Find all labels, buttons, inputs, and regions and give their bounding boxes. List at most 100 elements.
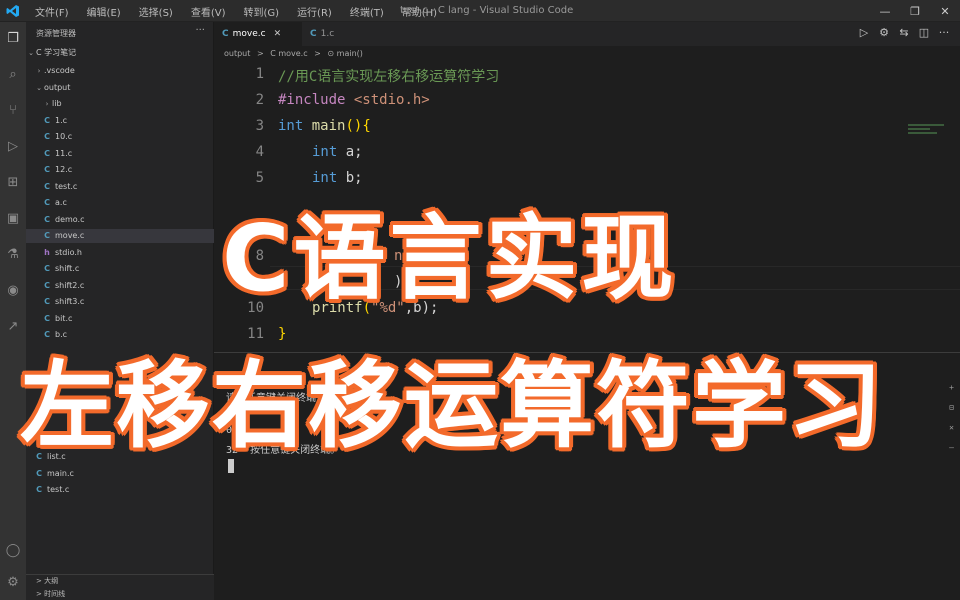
menu-selection[interactable]: 选择(S) bbox=[130, 0, 182, 22]
menu-run[interactable]: 运行(R) bbox=[288, 0, 341, 22]
tree-item[interactable]: ⌄ output bbox=[26, 81, 214, 95]
menu-bar: 文件(F) 编辑(E) 选择(S) 查看(V) 转到(G) 运行(R) 终端(T… bbox=[26, 0, 446, 22]
tree-item[interactable]: › lib bbox=[26, 97, 214, 111]
tree-item[interactable]: Cdemo.c bbox=[26, 213, 214, 227]
tree-item[interactable]: Cshift3.c bbox=[26, 295, 214, 309]
tree-item-label: shift3.c bbox=[55, 297, 85, 306]
tree-item-label: lib bbox=[52, 99, 62, 108]
more-actions-icon[interactable]: ··· bbox=[195, 25, 205, 36]
c-file-icon: C bbox=[36, 468, 42, 478]
breadcrumb-separator: > bbox=[314, 49, 321, 58]
c-file-icon: C bbox=[44, 297, 50, 306]
window-controls: — ❐ ✕ bbox=[870, 0, 960, 22]
tree-item-label: 12.c bbox=[55, 165, 73, 174]
breadcrumb-symbol[interactable]: ⊙ main() bbox=[327, 49, 362, 58]
menu-terminal[interactable]: 终端(T) bbox=[341, 0, 393, 22]
menu-go[interactable]: 转到(G) bbox=[235, 0, 289, 22]
extensions-icon[interactable]: ⊞ bbox=[3, 172, 23, 192]
c-file-icon: C bbox=[44, 264, 50, 273]
tree-item-label: output bbox=[44, 82, 71, 92]
new-terminal-icon[interactable]: + bbox=[949, 383, 954, 392]
tree-item[interactable]: Cmove.c bbox=[26, 229, 214, 243]
menu-file[interactable]: 文件(F) bbox=[26, 0, 78, 22]
chevron-down-icon: ⌄ bbox=[36, 83, 42, 92]
tree-item-label: main.c bbox=[47, 468, 74, 478]
tree-item[interactable]: C 1.c bbox=[26, 114, 214, 128]
window-title: test.c - C lang - Visual Studio Code bbox=[400, 5, 574, 16]
sidebar-title: 资源管理器 bbox=[36, 29, 76, 38]
tree-item[interactable]: C 11.c bbox=[26, 147, 214, 161]
chevron-right-icon: › bbox=[37, 67, 41, 75]
tree-item[interactable]: › .vscode bbox=[26, 64, 214, 78]
tree-root[interactable]: ⌄ C 学习笔记 bbox=[26, 46, 214, 60]
close-window-button[interactable]: ✕ bbox=[930, 0, 960, 22]
minimize-panel-icon[interactable]: — bbox=[949, 443, 954, 452]
minimize-button[interactable]: — bbox=[870, 0, 900, 22]
tree-item[interactable]: Cbit.c bbox=[26, 312, 214, 326]
more-icon[interactable]: ··· bbox=[934, 26, 954, 39]
compare-icon[interactable]: ⇆ bbox=[894, 26, 914, 39]
tree-item-label: stdio.h bbox=[55, 247, 82, 257]
account-icon[interactable]: ◯ bbox=[3, 540, 23, 560]
remote-explorer-icon[interactable]: ▣ bbox=[3, 208, 23, 228]
testing-icon[interactable]: ⚗ bbox=[3, 244, 23, 264]
restore-button[interactable]: ❐ bbox=[900, 0, 930, 22]
video-title-line-1: C语言实现 bbox=[222, 205, 678, 312]
c-file-icon: C bbox=[44, 313, 50, 323]
tree-item[interactable]: Ca.c bbox=[26, 196, 214, 210]
split-terminal-icon[interactable]: ⊟ bbox=[949, 403, 954, 412]
explorer-sidebar: 资源管理器 ··· ⌄ C 学习笔记 › .vscode ⌄ output › lib C 1.… bbox=[26, 22, 214, 600]
tree-item[interactable]: Cshift2.c bbox=[26, 279, 214, 293]
c-file-icon: C bbox=[44, 280, 50, 290]
video-title-line-2: 左移右移运算符学习 bbox=[20, 352, 885, 461]
tree-item-label: .vscode bbox=[44, 66, 75, 75]
outline-panel-header[interactable]: > 大纲 bbox=[26, 574, 214, 588]
chevron-down-icon: ⌄ bbox=[28, 49, 34, 57]
split-editor-icon[interactable]: ◫ bbox=[914, 26, 934, 39]
settings-icon[interactable]: ⚙ bbox=[874, 26, 894, 39]
run-code-icon[interactable]: ▷ bbox=[854, 26, 874, 39]
breadcrumb-file[interactable]: C move.c bbox=[270, 49, 307, 58]
tree-item-label: bit.c bbox=[55, 313, 73, 323]
timeline-panel-header[interactable]: > 时间线 bbox=[26, 588, 214, 600]
c-file-icon: C bbox=[44, 214, 50, 224]
c-file-icon: C bbox=[310, 29, 317, 39]
tab-1-c[interactable]: C 1.c bbox=[302, 22, 372, 46]
github-icon[interactable]: ◉ bbox=[3, 280, 23, 300]
menu-view[interactable]: 查看(V) bbox=[182, 0, 235, 22]
tree-item-label: test.c bbox=[47, 485, 70, 494]
vscode-logo-icon bbox=[6, 5, 19, 17]
code-line: int a; bbox=[312, 144, 363, 160]
tree-item[interactable]: C 12.c bbox=[26, 163, 214, 177]
breadcrumb-folder[interactable]: output bbox=[224, 49, 250, 58]
tab-move-c[interactable]: Cmove.c ✕ bbox=[214, 22, 302, 46]
line-number: 4 bbox=[255, 144, 264, 160]
tree-item[interactable]: Ctest.c bbox=[26, 483, 214, 497]
tree-item[interactable]: C 10.c bbox=[26, 130, 214, 144]
c-file-icon: C bbox=[222, 29, 229, 39]
code-line: int main(){ bbox=[278, 118, 371, 134]
source-control-icon[interactable]: ⑂ bbox=[3, 100, 23, 120]
tree-item[interactable]: Ctest.c bbox=[26, 180, 214, 194]
c-file-icon: C bbox=[44, 132, 50, 141]
c-file-icon: C bbox=[44, 181, 50, 191]
run-debug-icon[interactable]: ▷ bbox=[3, 136, 23, 156]
c-file-icon: C bbox=[44, 231, 50, 240]
tree-item[interactable]: Cshift.c bbox=[26, 262, 214, 276]
close-tab-icon[interactable]: ✕ bbox=[274, 29, 282, 39]
search-icon[interactable]: ⌕ bbox=[3, 64, 23, 84]
explorer-icon[interactable]: ❐ bbox=[3, 28, 23, 48]
minimap[interactable] bbox=[908, 124, 944, 138]
tree-item[interactable]: Cmain.c bbox=[26, 467, 214, 481]
breadcrumb: output > C move.c > ⊙ main() bbox=[214, 46, 960, 62]
code-line: //用C语言实现左移右移运算符学习 bbox=[278, 69, 500, 85]
c-file-icon: C bbox=[44, 115, 50, 125]
tree-item-label: 11.c bbox=[55, 148, 73, 158]
tree-item-label: shift.c bbox=[55, 264, 80, 273]
menu-edit[interactable]: 编辑(E) bbox=[78, 0, 130, 22]
c-file-icon: C bbox=[44, 198, 50, 207]
kill-terminal-icon[interactable]: ✕ bbox=[949, 423, 954, 432]
settings-gear-icon[interactable]: ⚙ bbox=[3, 572, 23, 592]
tree-item[interactable]: h stdio.h bbox=[26, 246, 214, 260]
tree-item-label: test.c bbox=[55, 181, 78, 191]
